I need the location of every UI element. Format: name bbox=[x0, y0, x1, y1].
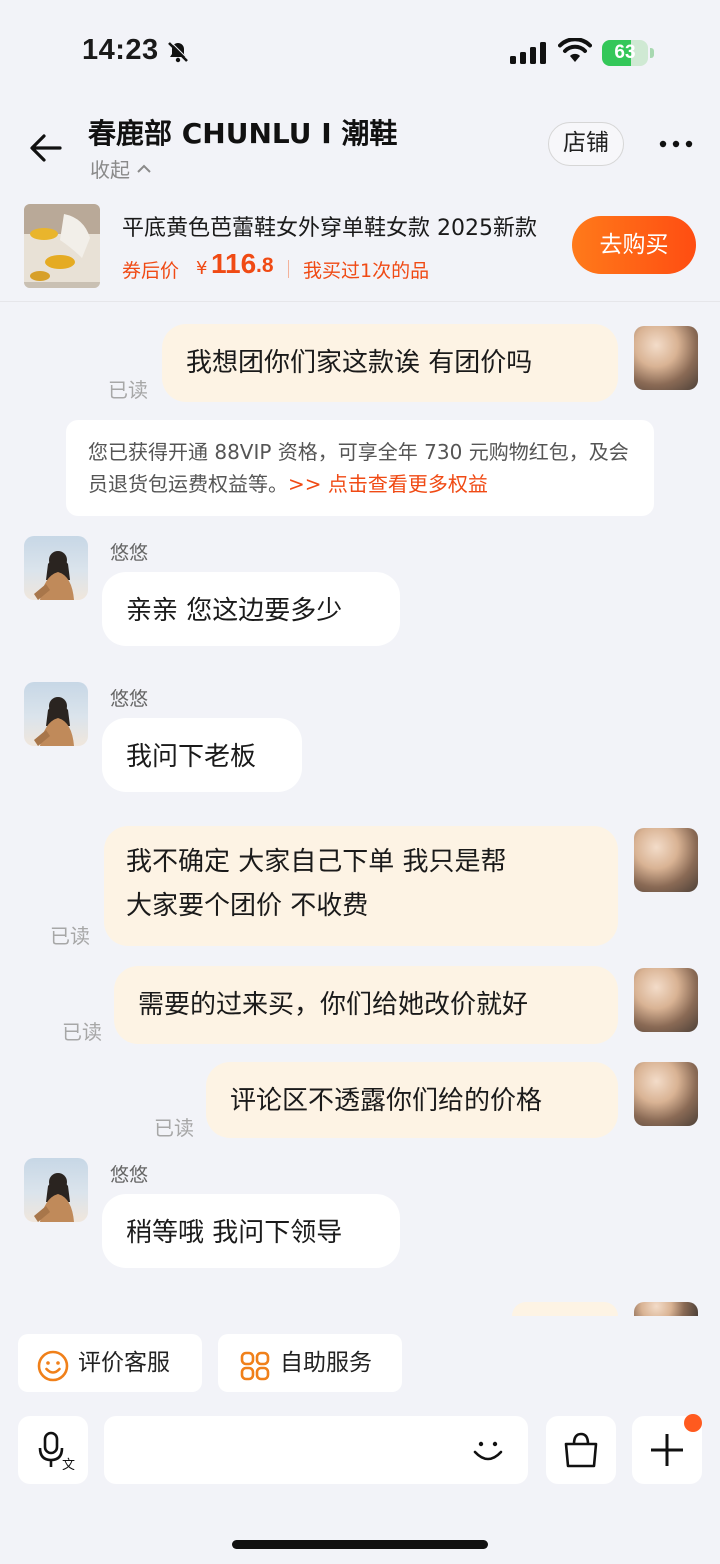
agent-name: 悠悠 bbox=[110, 688, 149, 710]
more-options-icon[interactable] bbox=[656, 134, 696, 154]
message-bubble-sent[interactable]: 需要的过来买，你们给她改价就好 bbox=[114, 966, 618, 1044]
collapse-label: 收起 bbox=[90, 158, 130, 182]
price-decimal: .8 bbox=[256, 254, 274, 277]
voice-input-button[interactable]: 文 bbox=[18, 1416, 88, 1484]
product-image[interactable] bbox=[24, 204, 100, 288]
read-receipt: 已读 bbox=[108, 378, 148, 402]
message-bubble-partial bbox=[512, 1302, 618, 1316]
self-service-button[interactable]: 自助服务 bbox=[218, 1334, 402, 1392]
smiley-icon bbox=[36, 1347, 70, 1405]
buy-button[interactable]: 去购买 bbox=[572, 216, 696, 274]
chevron-up-icon bbox=[137, 164, 152, 173]
message-bubble-sent[interactable]: 评论区不透露你们给的价格 bbox=[206, 1062, 618, 1138]
wifi-icon bbox=[558, 37, 592, 68]
agent-avatar[interactable] bbox=[24, 682, 88, 746]
self-service-label: 自助服务 bbox=[280, 1350, 372, 1376]
message-text-line: 大家要个团价 不收费 bbox=[126, 891, 369, 921]
rate-service-label: 评价客服 bbox=[78, 1350, 170, 1376]
plus-icon bbox=[651, 1434, 683, 1466]
agent-name: 悠悠 bbox=[110, 542, 149, 564]
agent-avatar[interactable] bbox=[24, 536, 88, 600]
message-bubble-received[interactable]: 稍等哦 我问下领导 bbox=[102, 1194, 400, 1268]
purchase-history-badge: 我买过1次的品 bbox=[303, 260, 430, 282]
message-text: 我想团你们家这款诶 有团价吗 bbox=[186, 348, 533, 378]
my-avatar[interactable] bbox=[634, 828, 698, 892]
my-avatar[interactable] bbox=[634, 968, 698, 1032]
read-receipt: 已读 bbox=[154, 1116, 194, 1140]
price-integer: 116 bbox=[211, 248, 257, 279]
price-label: 券后价 bbox=[122, 260, 180, 282]
agent-name: 悠悠 bbox=[110, 1164, 149, 1186]
cellular-signal-icon bbox=[510, 42, 548, 68]
agent-avatar[interactable] bbox=[24, 1158, 88, 1222]
battery-percent: 63 bbox=[614, 42, 636, 63]
status-time: 14:23 bbox=[82, 34, 159, 66]
shopping-bag-button[interactable] bbox=[546, 1416, 616, 1484]
read-receipt: 已读 bbox=[62, 1020, 102, 1044]
message-text: 需要的过来买，你们给她改价就好 bbox=[138, 990, 529, 1020]
message-text: 亲亲 您这边要多少 bbox=[126, 596, 343, 626]
my-avatar-partial bbox=[634, 1302, 698, 1316]
read-receipt: 已读 bbox=[50, 924, 90, 948]
battery-indicator: 63 bbox=[602, 40, 654, 66]
microphone-icon: 文 bbox=[38, 1431, 75, 1470]
message-text: 稍等哦 我问下领导 bbox=[126, 1218, 343, 1248]
silent-bell-icon bbox=[166, 40, 190, 68]
message-text: 评论区不透露你们给的价格 bbox=[230, 1086, 543, 1116]
message-text: 我问下老板 bbox=[126, 742, 257, 772]
grid-icon bbox=[238, 1347, 272, 1405]
store-button[interactable]: 店铺 bbox=[548, 122, 624, 166]
status-bar: 14:23 63 bbox=[0, 0, 720, 100]
message-bubble-received[interactable]: 我问下老板 bbox=[102, 718, 302, 792]
home-indicator[interactable] bbox=[232, 1540, 488, 1549]
svg-text:文: 文 bbox=[62, 1458, 75, 1470]
shopping-bag-icon bbox=[564, 1432, 598, 1468]
message-text-line: 我不确定 大家自己下单 我只是帮 bbox=[126, 847, 507, 877]
notification-dot bbox=[684, 1414, 702, 1432]
message-input[interactable] bbox=[104, 1416, 528, 1484]
my-avatar[interactable] bbox=[634, 1062, 698, 1126]
rate-service-button[interactable]: 评价客服 bbox=[18, 1334, 202, 1392]
view-benefits-link[interactable]: >> 点击查看更多权益 bbox=[288, 472, 488, 496]
message-bubble-sent[interactable]: 我想团你们家这款诶 有团价吗 bbox=[162, 324, 618, 402]
collapse-toggle[interactable]: 收起 bbox=[90, 154, 152, 183]
product-title[interactable]: 平底黄色芭蕾鞋女外穿单鞋女款 2025新款 bbox=[122, 210, 562, 242]
shop-name[interactable]: 春鹿部 CHUNLU I 潮鞋 bbox=[88, 112, 397, 152]
message-bubble-sent[interactable]: 我不确定 大家自己下单 我只是帮 大家要个团价 不收费 bbox=[104, 826, 618, 946]
divider bbox=[288, 260, 289, 278]
vip-notice: 您已获得开通 88VIP 资格，可享全年 730 元购物红包，及会员退货包运费权… bbox=[66, 420, 654, 516]
back-arrow-icon[interactable] bbox=[26, 128, 66, 168]
emoji-icon[interactable] bbox=[468, 1430, 508, 1474]
my-avatar[interactable] bbox=[634, 326, 698, 390]
price-currency: ¥ bbox=[196, 258, 208, 279]
message-bubble-received[interactable]: 亲亲 您这边要多少 bbox=[102, 572, 400, 646]
